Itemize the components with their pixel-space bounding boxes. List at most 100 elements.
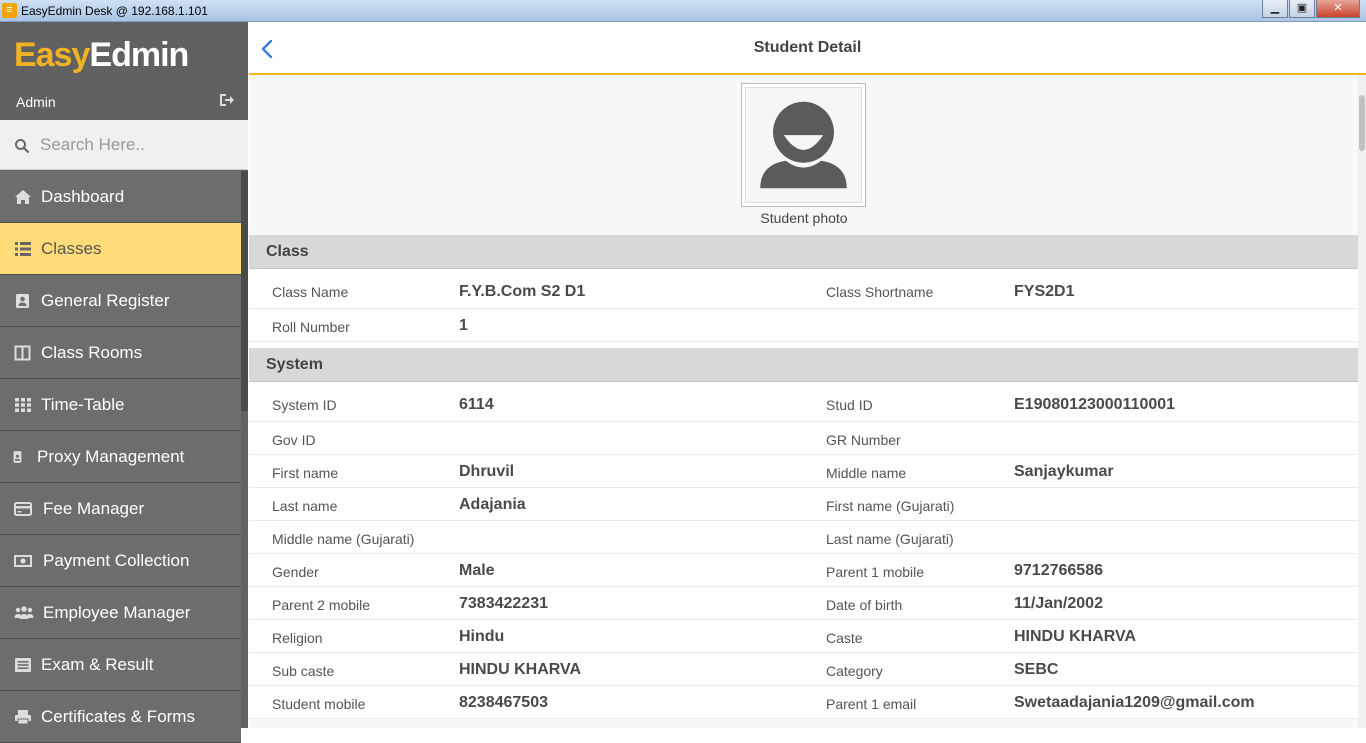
sidebar-item-label: Proxy Management xyxy=(37,447,185,466)
detail-row: Religion Hindu Caste HINDU KHARVA xyxy=(249,620,1358,653)
sidebar-item-classes[interactable]: Classes xyxy=(0,223,241,275)
field-label: Sub caste xyxy=(272,663,335,679)
field-label: System ID xyxy=(272,397,337,413)
sidebar-item-dashboard[interactable]: Dashboard xyxy=(0,171,241,223)
minimize-button[interactable]: ▁ xyxy=(1262,0,1288,18)
sidebar-item-label: Class Rooms xyxy=(41,343,143,362)
app-logo: EasyEdmin xyxy=(0,22,248,82)
field-label: Parent 1 email xyxy=(826,696,917,712)
sidebar-item-label: Time-Table xyxy=(41,395,125,414)
detail-row: Parent 2 mobile 7383422231 Date of birth… xyxy=(249,587,1358,620)
field-value: Sanjaykumar xyxy=(1014,463,1114,480)
sidebar-item-exam-result[interactable]: Exam & Result xyxy=(0,639,241,691)
class-section: Class Name F.Y.B.Com S2 D1 Class Shortna… xyxy=(249,269,1358,348)
main-panel: Student Detail Student photo Class Class… xyxy=(249,22,1366,728)
page-header: Student Detail xyxy=(249,22,1366,75)
window-titlebar: ≡ EasyEdmin Desk @ 192.168.1.101 ▁ ▣ ✕ xyxy=(0,0,1366,22)
field-value: HINDU KHARVA xyxy=(1014,628,1137,645)
field-label: Last name (Gujarati) xyxy=(826,531,954,547)
field-label: Stud ID xyxy=(826,397,873,413)
app-icon: ≡ xyxy=(2,3,17,18)
student-photo[interactable] xyxy=(741,83,866,207)
sidebar-menu: Dashboard Classes General Register Class… xyxy=(0,171,241,743)
logo-edmin: Edmin xyxy=(89,36,189,74)
field-value: 7383422231 xyxy=(459,595,548,612)
logo-easy: Easy xyxy=(14,36,90,74)
detail-row: Student mobile 8238467503 Parent 1 email… xyxy=(249,686,1358,719)
search-icon xyxy=(15,139,30,154)
field-label: Student mobile xyxy=(272,696,366,712)
field-label: Middle name xyxy=(826,465,907,481)
field-value: 8238467503 xyxy=(459,694,548,711)
sidebar-scrollbar[interactable] xyxy=(241,171,248,411)
field-label: Middle name (Gujarati) xyxy=(272,531,415,547)
list-alt-icon xyxy=(15,658,31,672)
sidebar-item-label: Employee Manager xyxy=(43,603,191,622)
sidebar-item-proxy-management[interactable]: Proxy Management xyxy=(0,431,241,483)
detail-row: Last name Adajania First name (Gujarati) xyxy=(249,488,1358,521)
field-label: Class Shortname xyxy=(826,284,934,300)
grid-icon xyxy=(15,398,31,412)
list-icon xyxy=(15,242,31,256)
field-label: Parent 1 mobile xyxy=(826,564,925,580)
sidebar-item-label: Dashboard xyxy=(41,187,125,206)
field-value: 11/Jan/2002 xyxy=(1014,595,1103,612)
field-value: 9712766586 xyxy=(1014,562,1103,579)
detail-row: Middle name (Gujarati) Last name (Gujara… xyxy=(249,521,1358,554)
section-header-system: System xyxy=(249,348,1358,382)
field-label: Religion xyxy=(272,630,323,646)
detail-row: Roll Number 1 xyxy=(249,309,1358,342)
photo-caption: Student photo xyxy=(760,210,848,226)
detail-row: Sub caste HINDU KHARVA Category SEBC xyxy=(249,653,1358,686)
field-label: Date of birth xyxy=(826,597,903,613)
field-value: Adajania xyxy=(459,496,526,513)
photo-section: Student photo xyxy=(249,75,1358,235)
student-detail-content: Student photo Class Class Name F.Y.B.Com… xyxy=(249,75,1358,728)
sidebar-item-label: Payment Collection xyxy=(43,551,190,570)
logout-icon[interactable] xyxy=(218,92,234,108)
content-scrollbar[interactable] xyxy=(1358,75,1366,728)
sidebar-item-fee-manager[interactable]: Fee Manager xyxy=(0,483,241,535)
sidebar-item-time-table[interactable]: Time-Table xyxy=(0,379,241,431)
system-section: System ID 6114 Stud ID E1908012300011000… xyxy=(249,382,1358,719)
field-label: Gov ID xyxy=(272,432,316,448)
field-value: Dhruvil xyxy=(459,463,515,480)
search-box xyxy=(0,120,248,170)
detail-row: Class Name F.Y.B.Com S2 D1 Class Shortna… xyxy=(249,269,1358,309)
columns-icon xyxy=(14,345,31,361)
field-label: First name (Gujarati) xyxy=(826,498,955,514)
field-label: Roll Number xyxy=(272,319,350,335)
home-icon xyxy=(15,190,31,204)
sidebar-item-label: Classes xyxy=(41,239,102,258)
sidebar-item-employee-manager[interactable]: Employee Manager xyxy=(0,587,241,639)
page-title: Student Detail xyxy=(753,39,862,56)
sidebar-item-class-rooms[interactable]: Class Rooms xyxy=(0,327,241,379)
credit-card-icon xyxy=(14,502,32,516)
sidebar: EasyEdmin Admin Dashboard Classes Genera… xyxy=(0,22,248,743)
field-label: First name xyxy=(272,465,339,481)
print-icon xyxy=(15,710,31,725)
sidebar-item-general-register[interactable]: General Register xyxy=(0,275,241,327)
sidebar-item-certificates-forms[interactable]: Certificates & Forms xyxy=(0,691,241,743)
field-label: Parent 2 mobile xyxy=(272,597,371,613)
contact-card-icon xyxy=(16,294,29,308)
field-label: Caste xyxy=(826,630,863,646)
sidebar-item-payment-collection[interactable]: Payment Collection xyxy=(0,535,241,587)
section-header-class: Class xyxy=(249,235,1358,269)
search-input[interactable] xyxy=(40,132,235,158)
user-avatar-icon xyxy=(760,101,847,189)
money-icon xyxy=(14,555,32,567)
detail-row: Gov ID GR Number xyxy=(249,422,1358,455)
sidebar-item-label: General Register xyxy=(41,291,170,310)
maximize-button[interactable]: ▣ xyxy=(1289,0,1315,18)
sidebar-item-label: Fee Manager xyxy=(43,499,145,518)
detail-row: First name Dhruvil Middle name Sanjaykum… xyxy=(249,455,1358,488)
detail-row: System ID 6114 Stud ID E1908012300011000… xyxy=(249,382,1358,422)
field-value: FYS2D1 xyxy=(1014,283,1075,300)
close-button[interactable]: ✕ xyxy=(1316,0,1360,18)
scrollbar-thumb[interactable] xyxy=(1359,95,1365,151)
field-label: Last name xyxy=(272,498,338,514)
field-value: F.Y.B.Com S2 D1 xyxy=(459,283,586,300)
field-label: Class Name xyxy=(272,284,349,300)
field-value: 6114 xyxy=(459,396,494,413)
